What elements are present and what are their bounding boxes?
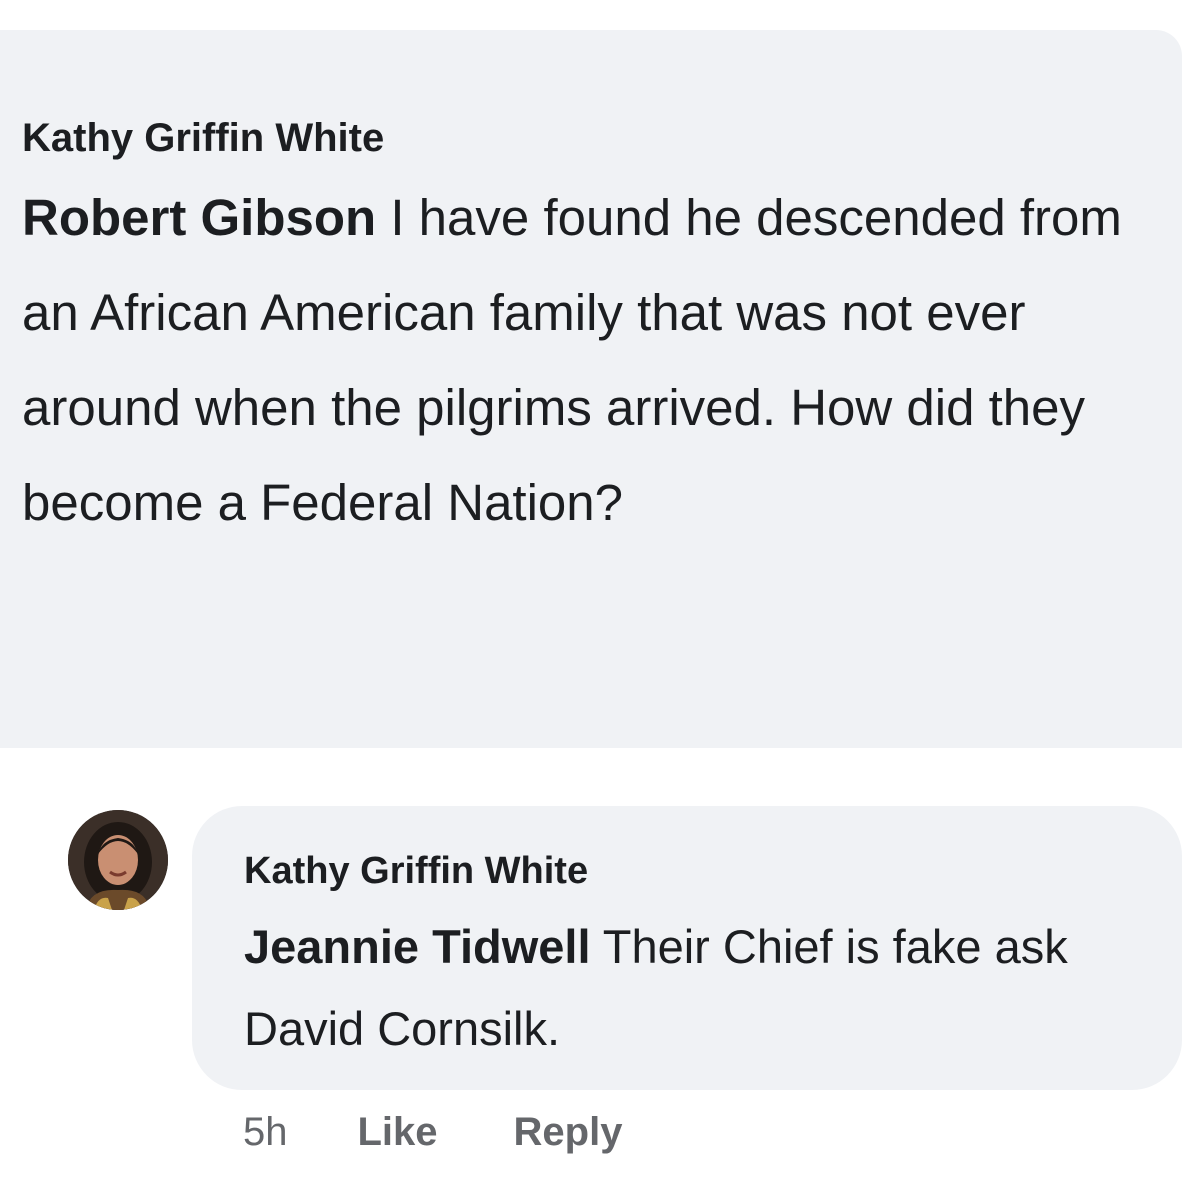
mention-link[interactable]: Robert Gibson	[22, 189, 376, 246]
parent-comment-bubble: Kathy Griffin White Robert Gibson I have…	[0, 30, 1182, 748]
reply-button[interactable]: Reply	[514, 1110, 623, 1155]
reply-actions: 5h Like Reply	[243, 1102, 698, 1162]
reply-body: Jeannie Tidwell Their Chief is fake ask …	[244, 906, 1164, 1070]
reply-mention-link[interactable]: Jeannie Tidwell	[244, 920, 591, 973]
reply-author-name[interactable]: Kathy Griffin White	[244, 846, 588, 896]
comment-author-name[interactable]: Kathy Griffin White	[22, 112, 384, 164]
avatar[interactable]	[68, 810, 168, 910]
profile-photo-icon	[68, 810, 168, 910]
comment-thread: Kathy Griffin White Robert Gibson I have…	[0, 0, 1200, 1200]
like-button[interactable]: Like	[358, 1110, 438, 1155]
comment-body: Robert Gibson I have found he descended …	[22, 170, 1187, 550]
reply-comment-bubble: Kathy Griffin White Jeannie Tidwell Thei…	[192, 806, 1182, 1090]
reply-timestamp[interactable]: 5h	[243, 1110, 288, 1155]
